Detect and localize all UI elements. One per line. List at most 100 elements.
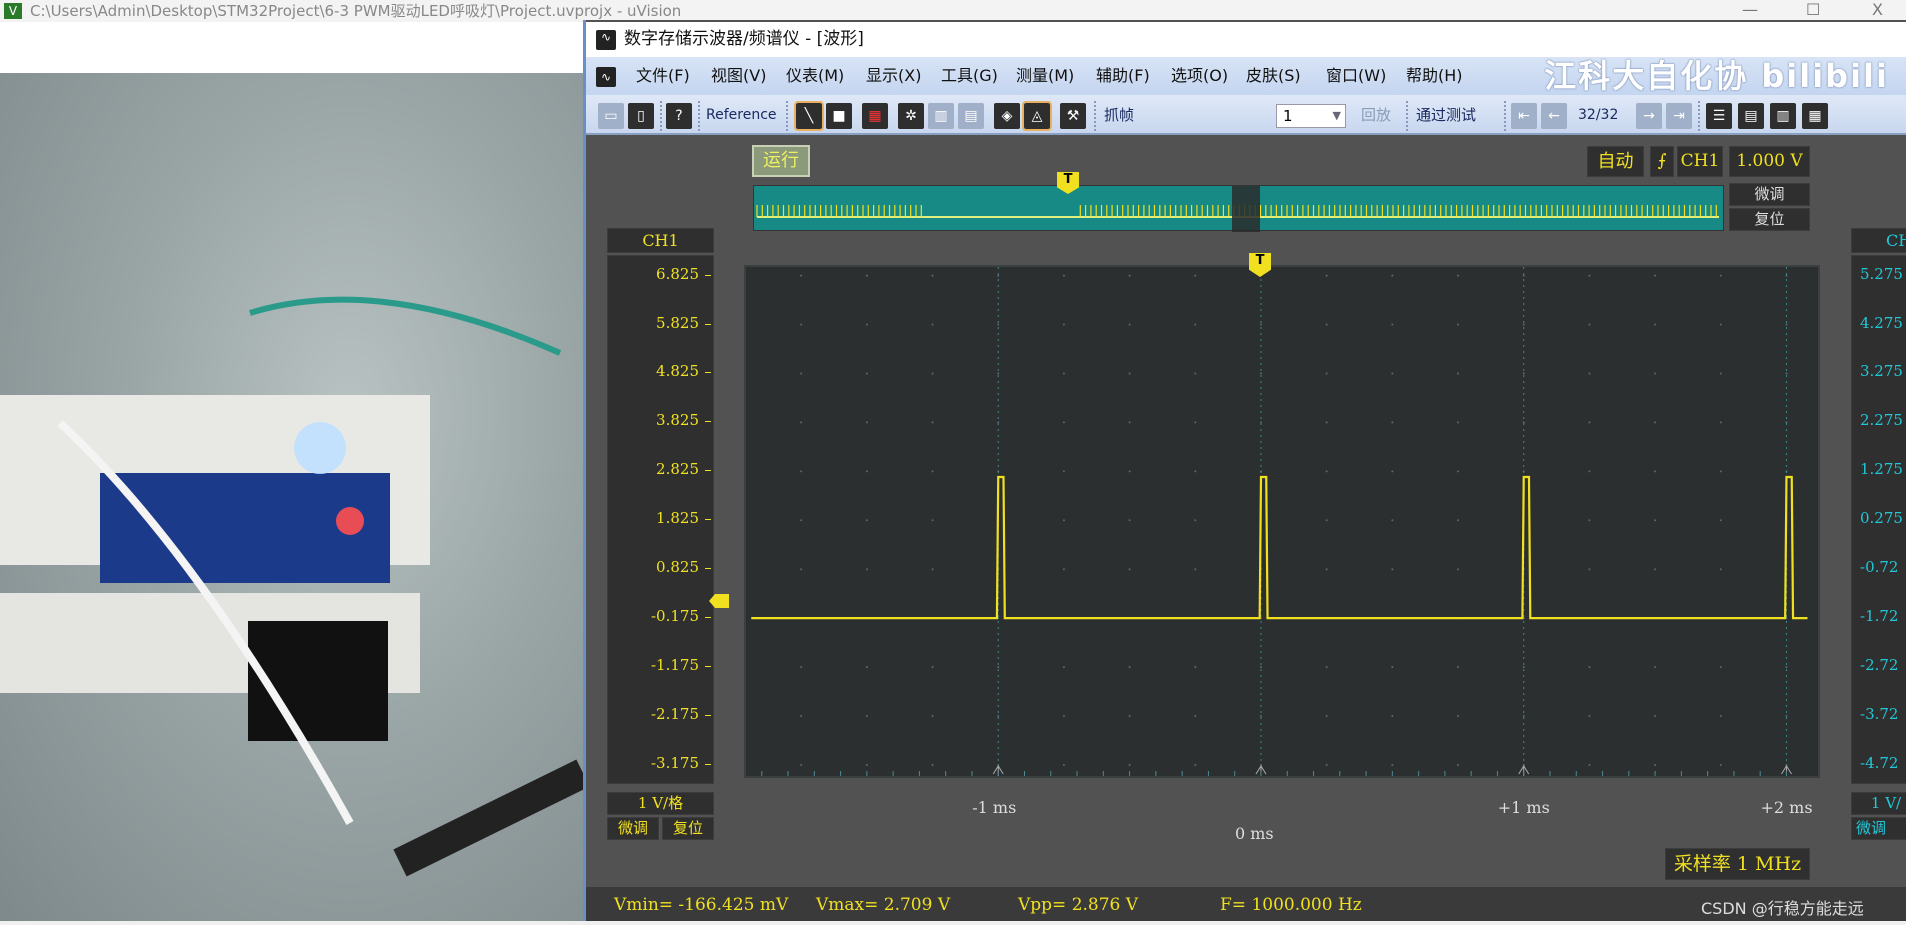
layout-rows-icon[interactable]: ▤ xyxy=(1738,103,1764,129)
grid-dot xyxy=(997,666,1000,669)
grid-dot xyxy=(1588,421,1591,424)
grid-dot xyxy=(1719,274,1722,277)
ch1-label[interactable]: CH1 xyxy=(607,228,714,253)
ch2-tick-label: 1.275 xyxy=(1860,460,1903,479)
menu-skin[interactable]: 皮肤(S) xyxy=(1246,57,1301,95)
line-draw-icon[interactable]: ╲ xyxy=(794,101,824,131)
grid-dot xyxy=(800,274,803,277)
rising-edge-icon[interactable]: ⨍ xyxy=(1650,146,1674,177)
ruler-icon[interactable]: ◈ xyxy=(994,103,1020,129)
menu-tools[interactable]: 工具(G) xyxy=(941,57,998,95)
waveform-overview[interactable] xyxy=(753,185,1724,232)
grid-dot xyxy=(1719,421,1722,424)
last-frame-icon[interactable]: ⇥ xyxy=(1666,103,1692,129)
time-axis-labels: -1 ms 0 ms +1 ms +2 ms xyxy=(744,782,1820,843)
grid-dot xyxy=(1325,519,1328,522)
prev-frame-icon[interactable]: ← xyxy=(1541,103,1567,129)
divider xyxy=(698,101,700,131)
ch1-axis-panel[interactable]: 6.825 5.825 4.825 3.825 2.825 1.825 0.825 -0.17… xyxy=(607,255,714,784)
sample-rate[interactable]: 采样率 1 MHz xyxy=(1665,848,1810,880)
grid-dot xyxy=(1457,470,1460,473)
close-button[interactable]: X xyxy=(1872,0,1883,20)
overview-reset-button[interactable]: 复位 xyxy=(1729,208,1810,231)
next-frame-icon[interactable]: → xyxy=(1636,103,1662,129)
grid-dot xyxy=(1457,568,1460,571)
ch1-fine-button[interactable]: 微调 xyxy=(607,817,659,840)
stop-icon[interactable]: ■ xyxy=(826,103,852,129)
layout-cols-icon[interactable]: ▥ xyxy=(1770,103,1796,129)
camera-photo-breadboard xyxy=(0,73,590,921)
grid-dot xyxy=(1719,715,1722,718)
grid-dot xyxy=(1062,519,1065,522)
vpp-readout: Vpp= 2.876 V xyxy=(1018,895,1139,915)
grid-dot xyxy=(1391,519,1394,522)
ch2-scale[interactable]: 1 V/ xyxy=(1851,792,1906,815)
menu-assist[interactable]: 辅助(F) xyxy=(1096,57,1150,95)
menu-display[interactable]: 显示(X) xyxy=(866,57,921,95)
color-icon[interactable]: ▦ xyxy=(862,103,888,129)
divider xyxy=(1406,101,1408,131)
pass-test-button[interactable]: 通过测试 xyxy=(1416,95,1476,135)
capture-frame-select[interactable]: 1 ▼ xyxy=(1276,104,1346,128)
menu-view[interactable]: 视图(V) xyxy=(711,57,766,95)
grid-dot xyxy=(1128,323,1131,326)
overview-window xyxy=(1232,186,1260,232)
grid-dot xyxy=(1522,715,1525,718)
y-tick-label: -3.175 xyxy=(650,753,699,772)
trigger-mode[interactable]: 自动 xyxy=(1587,146,1644,177)
menu-help[interactable]: 帮助(H) xyxy=(1406,57,1463,95)
grid-dot xyxy=(1391,470,1394,473)
waveform-view-icon[interactable]: ◬ xyxy=(1022,101,1052,131)
trigger-level[interactable]: 1.000 V xyxy=(1729,146,1810,177)
layout-single-icon[interactable]: ☰ xyxy=(1706,103,1732,129)
zoom-columns-icon[interactable]: ▤ xyxy=(958,103,984,129)
grid-dot xyxy=(931,715,934,718)
vmax-readout: Vmax= 2.709 V xyxy=(816,895,951,915)
x-tick-label: +2 ms xyxy=(1760,798,1813,817)
playback-button[interactable]: 回放 xyxy=(1361,95,1391,135)
y-tick-mark xyxy=(705,421,711,423)
grid-dot xyxy=(1391,421,1394,424)
menu-options[interactable]: 选项(O) xyxy=(1171,57,1228,95)
first-frame-icon[interactable]: ⇤ xyxy=(1511,103,1537,129)
oscilloscope-window: 数字存储示波器/频谱仪 - [波形] ∿ ∿ 文件(F) 视图(V) 仪表(M)… xyxy=(583,20,1906,921)
grid-dot xyxy=(800,715,803,718)
menu-instrument[interactable]: 仪表(M) xyxy=(786,57,844,95)
grid-dot xyxy=(1062,323,1065,326)
ch1-reset-button[interactable]: 复位 xyxy=(662,817,714,840)
grid-dot xyxy=(1457,763,1460,766)
menu-measure[interactable]: 测量(M) xyxy=(1016,57,1074,95)
minimize-button[interactable]: — xyxy=(1742,0,1758,20)
overview-fine-button[interactable]: 微调 xyxy=(1729,183,1810,206)
trigger-channel[interactable]: CH1 xyxy=(1677,146,1723,177)
ch2-fine-button[interactable]: 微调 xyxy=(1851,817,1906,840)
y-tick-label: -2.175 xyxy=(650,705,699,724)
y-tick-mark xyxy=(705,519,711,521)
grid-dot xyxy=(1457,666,1460,669)
ch1-scale[interactable]: 1 V/格 xyxy=(607,792,714,815)
layout-grid-icon[interactable]: ▦ xyxy=(1802,103,1828,129)
snap-icon[interactable]: ✲ xyxy=(898,103,924,129)
y-tick-mark xyxy=(705,372,711,374)
run-button[interactable]: 运行 xyxy=(752,145,810,177)
ch2-axis-panel[interactable]: 5.275 4.275 3.275 2.275 1.275 0.275 -0.72 -1.72… xyxy=(1851,255,1906,784)
menu-window[interactable]: 窗口(W) xyxy=(1326,57,1386,95)
grid-dot xyxy=(1588,715,1591,718)
open-icon[interactable]: ▭ xyxy=(598,103,624,129)
grid-dot xyxy=(1654,470,1657,473)
maximize-button[interactable]: ☐ xyxy=(1806,0,1820,20)
reference-button[interactable]: Reference xyxy=(706,95,777,135)
menu-file[interactable]: 文件(F) xyxy=(636,57,690,95)
help-button[interactable]: ? xyxy=(666,103,692,129)
grid-dot xyxy=(865,323,868,326)
grid-dot xyxy=(800,568,803,571)
ch2-label[interactable]: CH2 xyxy=(1851,228,1906,253)
columns-icon[interactable]: ▥ xyxy=(928,103,954,129)
grid-dot xyxy=(1654,568,1657,571)
uvision-title: C:\Users\Admin\Desktop\STM32Project\6-3 … xyxy=(30,2,682,20)
grid-dot xyxy=(1062,274,1065,277)
y-tick-mark xyxy=(705,666,711,668)
waveform-plot[interactable] xyxy=(744,265,1820,778)
hammer-icon[interactable]: ⚒ xyxy=(1060,103,1086,129)
save-icon[interactable]: ▯ xyxy=(628,103,654,129)
